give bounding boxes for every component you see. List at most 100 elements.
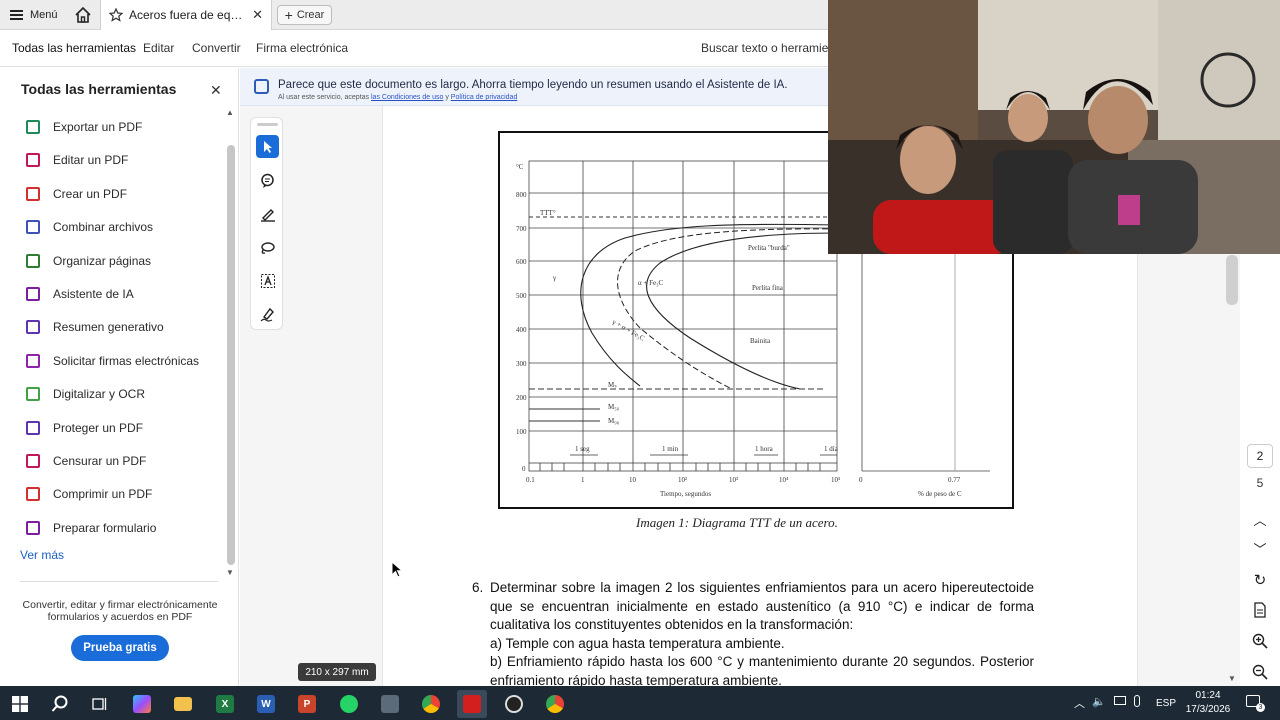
text-tool-button[interactable] [256, 269, 279, 292]
protect-pdf-icon [26, 420, 40, 435]
free-trial-button[interactable]: Prueba gratis [71, 635, 169, 661]
quick-tools-rail [250, 117, 283, 330]
chrome-profile-button[interactable] [540, 690, 570, 718]
document-scroll-thumb[interactable] [1226, 255, 1238, 305]
powerpoint-button[interactable]: P [292, 690, 322, 718]
sidebar-item-export-pdf[interactable]: Exportar un PDF [26, 116, 216, 138]
current-page-input[interactable]: 2 [1247, 444, 1273, 468]
redact-pdf-icon [26, 454, 40, 468]
microphone-icon[interactable] [1134, 695, 1140, 707]
export-pdf-icon [26, 120, 40, 134]
answer-b: b) Enfriamiento rápido hasta los 600 °C … [490, 654, 1034, 686]
sidebar-item-generative-summary[interactable]: Resumen generativo [26, 316, 216, 338]
refresh-button[interactable]: ↻ [1250, 570, 1270, 590]
search-icon [51, 695, 68, 712]
copilot-button[interactable] [127, 690, 157, 718]
zoom-out-button[interactable] [1250, 662, 1270, 682]
sidebar-item-redact-pdf[interactable]: Censurar un PDF [26, 450, 216, 472]
taskbar-search-button[interactable] [45, 690, 75, 718]
terms-link[interactable]: las Condiciones de uso [371, 94, 443, 101]
x-tick-10: 10 [629, 476, 637, 484]
sidebar-item-combine-files[interactable]: Combinar archivos [26, 216, 216, 238]
speaker-icon[interactable]: 🔈 [1092, 695, 1106, 708]
sidebar-item-label: Asistente de IA [53, 287, 134, 301]
zoom-in-icon [1252, 633, 1268, 649]
sidebar-item-compress-pdf[interactable]: Comprimir un PDF [26, 483, 216, 505]
ttt-label: TTT° [540, 209, 556, 217]
ai-summary-banner: Parece que este documento es largo. Ahor… [240, 68, 828, 106]
previous-page-button[interactable]: ︿ [1250, 509, 1270, 529]
close-sidebar-icon[interactable]: ✕ [210, 82, 222, 99]
star-icon[interactable] [109, 8, 123, 22]
clock[interactable]: 01:24 17/3/2026 [1182, 689, 1234, 717]
home-button[interactable] [73, 5, 93, 25]
calculator-button[interactable] [375, 690, 405, 718]
ms-label: Mₛ [608, 381, 617, 389]
tab-all-tools[interactable]: Todas las herramientas [12, 41, 136, 55]
tab-convert[interactable]: Convertir [192, 41, 241, 55]
start-button[interactable] [5, 690, 35, 718]
scroll-up-icon[interactable]: ▲ [226, 108, 234, 117]
menu-button[interactable]: Menú [10, 6, 58, 24]
obs-button[interactable] [499, 690, 529, 718]
zoom-in-button[interactable] [1250, 631, 1270, 651]
sidebar-item-organize-pages[interactable]: Organizar páginas [26, 250, 216, 272]
whatsapp-button[interactable] [334, 690, 364, 718]
scan-ocr-icon [26, 387, 40, 402]
x-tick-100000: 10⁵ [831, 476, 841, 484]
document-tab[interactable]: Aceros fuera de equili... ✕ [100, 0, 272, 30]
sidebar-item-request-signatures[interactable]: Solicitar firmas electrónicas [26, 350, 216, 372]
banner-message: Parece que este documento es largo. Ahor… [278, 79, 788, 91]
task-view-button[interactable] [85, 690, 115, 718]
word-button[interactable]: W [251, 690, 281, 718]
sidebar-item-label: Preparar formulario [53, 520, 157, 535]
page-thumbnails-button[interactable] [1250, 600, 1270, 620]
hamburger-icon [10, 10, 23, 20]
chrome-button[interactable] [416, 690, 446, 718]
privacy-link[interactable]: Política de privacidad [451, 94, 518, 101]
word-icon: W [257, 695, 275, 713]
sidebar-item-label: Organizar páginas [53, 253, 152, 268]
search-tools-button[interactable]: Buscar texto o herramienta [701, 41, 845, 55]
select-tool-button[interactable] [256, 135, 279, 158]
comment-tool-button[interactable] [256, 169, 279, 192]
chevron-up-icon[interactable]: ︿ [1074, 695, 1085, 711]
sidebar-item-label: Digitalizar y OCR [53, 387, 146, 402]
rail-handle[interactable] [257, 123, 278, 126]
y-tick-600: 600 [516, 258, 527, 266]
tab-e-sign[interactable]: Firma electrónica [256, 41, 348, 55]
sign-tool-button[interactable] [256, 302, 279, 325]
windows-taskbar: X W P ︿ 🔈 ESP 01:24 17/3/2026 3 [0, 686, 1280, 720]
sidebar-item-label: Comprimir un PDF [53, 487, 153, 502]
file-explorer-button[interactable] [168, 690, 198, 718]
webcam-video [828, 0, 1280, 254]
display-icon[interactable] [1114, 696, 1126, 705]
acrobat-button[interactable] [457, 690, 487, 718]
sidebar-item-prepare-form[interactable]: Preparar formulario [26, 517, 216, 539]
page-size-tooltip: 210 x 297 mm [298, 663, 376, 681]
sidebar-item-label: Censurar un PDF [53, 454, 147, 468]
sidebar-item-protect-pdf[interactable]: Proteger un PDF [26, 417, 216, 439]
draw-tool-button[interactable] [256, 236, 279, 259]
sidebar-item-create-pdf[interactable]: Crear un PDF [26, 183, 216, 205]
close-tab-icon[interactable]: ✕ [252, 7, 263, 23]
document-tab-title: Aceros fuera de equili... [129, 8, 247, 22]
sidebar-scroll-thumb[interactable] [227, 145, 235, 565]
doc-scroll-down-icon[interactable]: ▼ [1228, 674, 1236, 683]
tab-edit[interactable]: Editar [143, 41, 174, 55]
next-page-button[interactable]: ﹀ [1250, 538, 1270, 558]
bainite-label: Bainita [750, 337, 771, 345]
create-button[interactable]: + Crear [277, 5, 332, 25]
language-indicator[interactable]: ESP [1156, 698, 1176, 709]
sidebar-item-label: Editar un PDF [53, 153, 129, 168]
ai-assistant-icon [254, 79, 269, 94]
m90-label: M₉₀ [608, 417, 620, 425]
highlight-tool-button[interactable] [256, 202, 279, 225]
sidebar-item-edit-pdf[interactable]: Editar un PDF [26, 149, 216, 171]
excel-button[interactable]: X [210, 690, 240, 718]
webcam-overlay [828, 0, 1280, 254]
scroll-down-icon[interactable]: ▼ [226, 568, 234, 577]
see-more-link[interactable]: Ver más [20, 548, 64, 562]
sidebar-item-ai-assistant[interactable]: Asistente de IA [26, 283, 216, 305]
sidebar-item-scan-ocr[interactable]: Digitalizar y OCR [26, 383, 216, 405]
